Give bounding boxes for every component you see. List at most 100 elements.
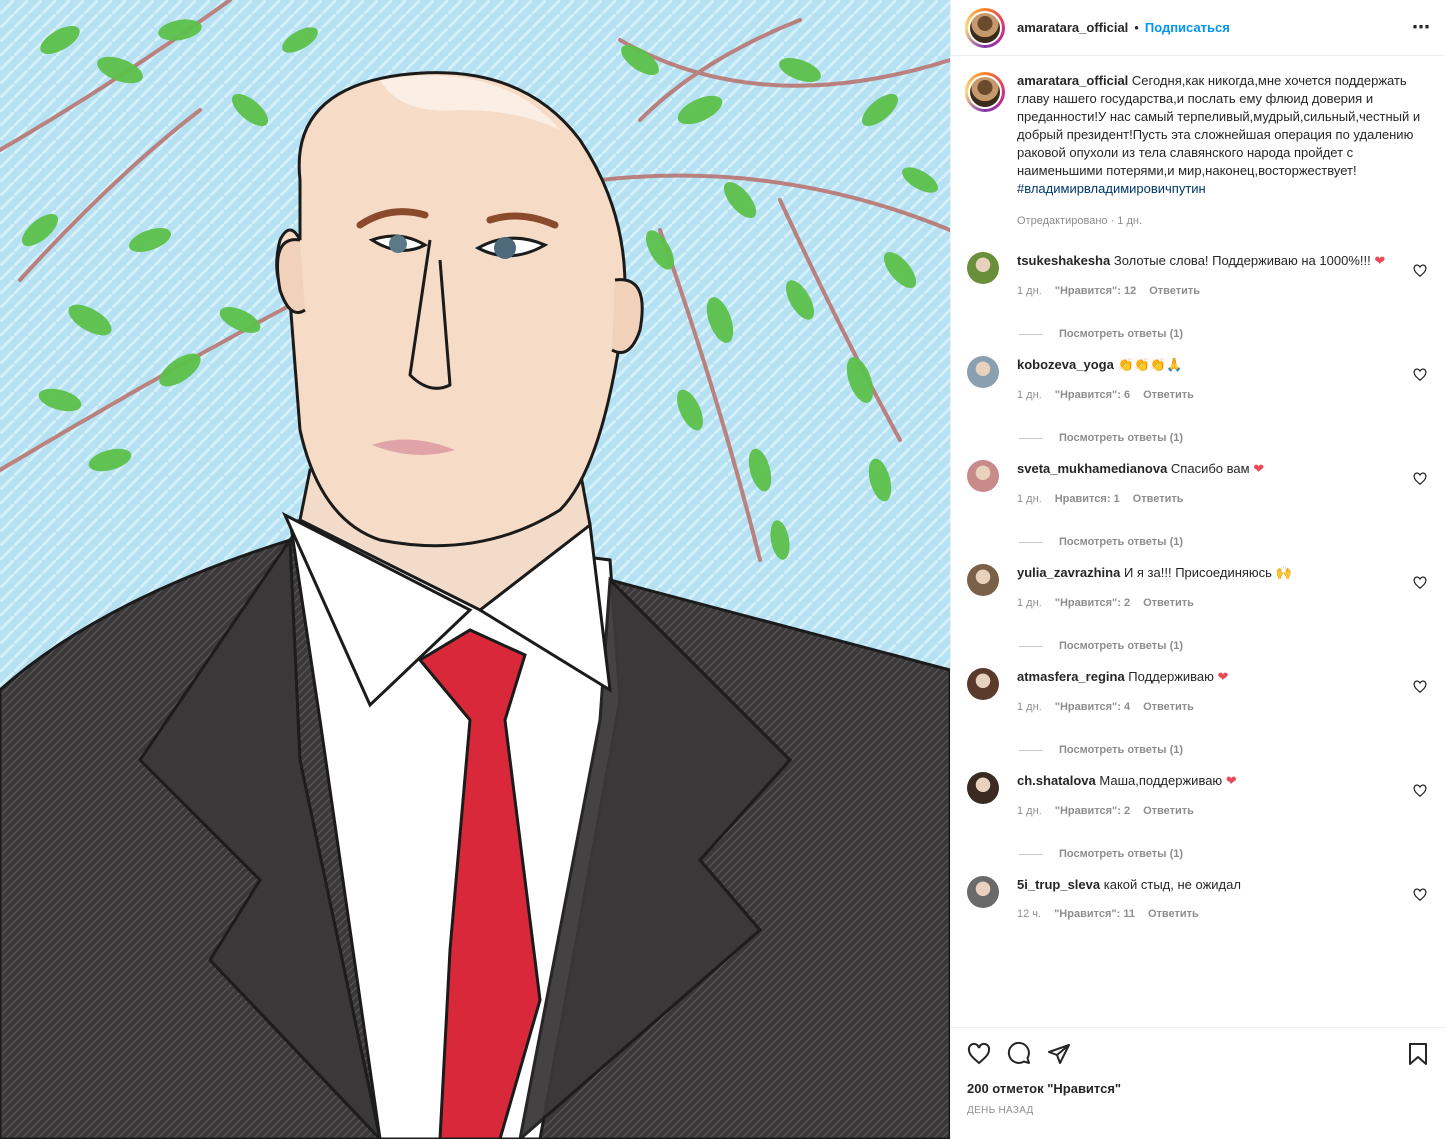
comment-body: ch.shatalova Маша,поддерживаю ❤ 1 дн. "Нра… bbox=[1017, 772, 1407, 817]
author-username[interactable]: amaratara_official bbox=[1017, 20, 1128, 35]
view-replies-label: Посмотреть ответы (1) bbox=[1059, 536, 1184, 548]
commenter-username[interactable]: tsukeshakesha bbox=[1017, 253, 1110, 268]
commenter-avatar[interactable] bbox=[967, 356, 999, 388]
view-replies-button[interactable]: Посмотреть ответы (1) bbox=[1019, 536, 1431, 548]
comment-item: yulia_zavrazhina И я за!!! Присоединяюсь… bbox=[965, 564, 1431, 609]
commenter-username[interactable]: sveta_mukhamedianova bbox=[1017, 461, 1167, 476]
comment-body: yulia_zavrazhina И я за!!! Присоединяюсь… bbox=[1017, 564, 1407, 609]
comment-meta: 1 дн. Нравится: 1 Ответить bbox=[1017, 493, 1407, 505]
caption-username[interactable]: amaratara_official bbox=[1017, 73, 1128, 88]
caption-text: Сегодня,как никогда,мне хочется поддержа… bbox=[1017, 73, 1421, 178]
comment-text: какой стыд, не ожидал bbox=[1103, 877, 1241, 892]
commenter-username[interactable]: kobozeva_yoga bbox=[1017, 357, 1114, 372]
more-icon[interactable]: ⋯ bbox=[1412, 17, 1431, 38]
comment-emoji: ❤ bbox=[1217, 670, 1229, 685]
reply-button[interactable]: Ответить bbox=[1143, 701, 1194, 713]
replies-line bbox=[1019, 749, 1043, 751]
comment-meta: 1 дн. "Нравится": 6 Ответить bbox=[1017, 389, 1407, 401]
comment-emoji: ❤ bbox=[1225, 774, 1237, 789]
view-replies-button[interactable]: Посмотреть ответы (1) bbox=[1019, 640, 1431, 652]
comment-item: kobozeva_yoga 👏👏👏🙏 1 дн. "Нравится": 6 Отве… bbox=[965, 356, 1431, 401]
comment-item: tsukeshakesha Золотые слова! Поддерживаю… bbox=[965, 252, 1431, 297]
commenter-username[interactable]: ch.shatalova bbox=[1017, 773, 1096, 788]
comment-time: 1 дн. bbox=[1017, 597, 1042, 609]
commenter-username[interactable]: 5i_trup_sleva bbox=[1017, 877, 1100, 892]
commenter-avatar[interactable] bbox=[967, 564, 999, 596]
action-icons bbox=[967, 1042, 1429, 1066]
heart-icon[interactable] bbox=[967, 1042, 991, 1066]
view-replies-label: Посмотреть ответы (1) bbox=[1059, 744, 1184, 756]
commenter-avatar[interactable] bbox=[967, 460, 999, 492]
reply-button[interactable]: Ответить bbox=[1133, 493, 1184, 505]
comment-like-heart-icon[interactable] bbox=[1413, 888, 1427, 902]
drawing-illustration bbox=[0, 0, 950, 1139]
post-header: amaratara_official • Подписаться ⋯ bbox=[951, 0, 1445, 56]
commenter-avatar[interactable] bbox=[967, 252, 999, 284]
replies-line bbox=[1019, 645, 1043, 647]
comment-text-line: sveta_mukhamedianova Спасибо вам ❤ bbox=[1017, 460, 1407, 479]
author-avatar[interactable] bbox=[965, 7, 1005, 48]
comment-likes[interactable]: "Нравится": 2 bbox=[1055, 597, 1130, 609]
reply-button[interactable]: Ответить bbox=[1143, 389, 1194, 401]
comment-meta: 1 дн. "Нравится": 4 Ответить bbox=[1017, 701, 1407, 713]
caption-avatar[interactable] bbox=[965, 72, 1005, 112]
comment-like-heart-icon[interactable] bbox=[1413, 680, 1427, 694]
comment-like-heart-icon[interactable] bbox=[1413, 264, 1427, 278]
caption-body: amaratara_official Сегодня,как никогда,м… bbox=[1017, 72, 1431, 230]
follow-button[interactable]: Подписаться bbox=[1145, 20, 1230, 35]
share-icon[interactable] bbox=[1047, 1042, 1071, 1066]
comment-body: sveta_mukhamedianova Спасибо вам ❤ 1 дн. Н… bbox=[1017, 460, 1407, 505]
caption-edited: Отредактировано · 1 дн. bbox=[1017, 215, 1143, 227]
reply-button[interactable]: Ответить bbox=[1143, 805, 1194, 817]
comment-list: tsukeshakesha Золотые слова! Поддерживаю… bbox=[965, 252, 1431, 920]
comment-icon[interactable] bbox=[1007, 1042, 1031, 1066]
commenter-avatar[interactable] bbox=[967, 772, 999, 804]
post-date: ДЕНЬ НАЗАД bbox=[967, 1105, 1034, 1116]
avatar-image bbox=[970, 12, 1000, 43]
comment-item: sveta_mukhamedianova Спасибо вам ❤ 1 дн. Н… bbox=[965, 460, 1431, 505]
post-modal: amaratara_official • Подписаться ⋯ amara… bbox=[0, 0, 1445, 1139]
view-replies-label: Посмотреть ответы (1) bbox=[1059, 432, 1184, 444]
comment-body: kobozeva_yoga 👏👏👏🙏 1 дн. "Нравится": 6 Отве… bbox=[1017, 356, 1407, 401]
commenter-username[interactable]: yulia_zavrazhina bbox=[1017, 565, 1120, 580]
comment-likes[interactable]: "Нравится": 6 bbox=[1055, 389, 1130, 401]
view-replies-button[interactable]: Посмотреть ответы (1) bbox=[1019, 744, 1431, 756]
comment-text-line: ch.shatalova Маша,поддерживаю ❤ bbox=[1017, 772, 1407, 791]
caption-hashtag[interactable]: #владимирвладимировичпутин bbox=[1017, 181, 1206, 196]
comment-item: ch.shatalova Маша,поддерживаю ❤ 1 дн. "Нра… bbox=[965, 772, 1431, 817]
comment-likes[interactable]: "Нравится": 12 bbox=[1055, 285, 1136, 297]
comment-likes[interactable]: Нравится: 1 bbox=[1055, 493, 1120, 505]
comment-likes[interactable]: "Нравится": 2 bbox=[1055, 805, 1130, 817]
comment-likes[interactable]: "Нравится": 11 bbox=[1054, 908, 1135, 920]
commenter-avatar[interactable] bbox=[967, 876, 999, 908]
comment-body: tsukeshakesha Золотые слова! Поддерживаю… bbox=[1017, 252, 1407, 297]
comment-emoji: 🙌 bbox=[1275, 566, 1292, 581]
comment-like-heart-icon[interactable] bbox=[1413, 576, 1427, 590]
view-replies-button[interactable]: Посмотреть ответы (1) bbox=[1019, 848, 1431, 860]
view-replies-button[interactable]: Посмотреть ответы (1) bbox=[1019, 432, 1431, 444]
commenter-avatar[interactable] bbox=[967, 668, 999, 700]
comment-item: atmasfera_regina Поддерживаю ❤ 1 дн. "Нрав… bbox=[965, 668, 1431, 713]
avatar-inner bbox=[968, 75, 1002, 109]
comment-like-heart-icon[interactable] bbox=[1413, 472, 1427, 486]
comment-text: Золотые слова! Поддерживаю на 1000%!!! bbox=[1113, 253, 1371, 268]
comment-likes[interactable]: "Нравится": 4 bbox=[1055, 701, 1130, 713]
comment-body: 5i_trup_sleva какой стыд, не ожидал 12 ч.… bbox=[1017, 876, 1407, 920]
comment-emoji: 👏👏👏🙏 bbox=[1117, 358, 1183, 373]
comment-like-heart-icon[interactable] bbox=[1413, 784, 1427, 798]
commenter-username[interactable]: atmasfera_regina bbox=[1017, 669, 1125, 684]
view-replies-button[interactable]: Посмотреть ответы (1) bbox=[1019, 328, 1431, 340]
bookmark-icon[interactable] bbox=[1407, 1042, 1429, 1066]
comment-text-line: yulia_zavrazhina И я за!!! Присоединяюсь… bbox=[1017, 564, 1407, 583]
reply-button[interactable]: Ответить bbox=[1143, 597, 1194, 609]
replies-line bbox=[1019, 437, 1043, 439]
reply-button[interactable]: Ответить bbox=[1149, 285, 1200, 297]
separator-dot: • bbox=[1134, 20, 1139, 35]
comments-scroll[interactable]: amaratara_official Сегодня,как никогда,м… bbox=[951, 56, 1445, 1027]
reply-button[interactable]: Ответить bbox=[1148, 908, 1199, 920]
avatar-image bbox=[970, 77, 1000, 107]
comment-like-heart-icon[interactable] bbox=[1413, 368, 1427, 382]
comment-text-line: tsukeshakesha Золотые слова! Поддерживаю… bbox=[1017, 252, 1407, 271]
post-image[interactable] bbox=[0, 0, 950, 1139]
likes-count[interactable]: 200 отметок "Нравится" bbox=[967, 1081, 1429, 1096]
